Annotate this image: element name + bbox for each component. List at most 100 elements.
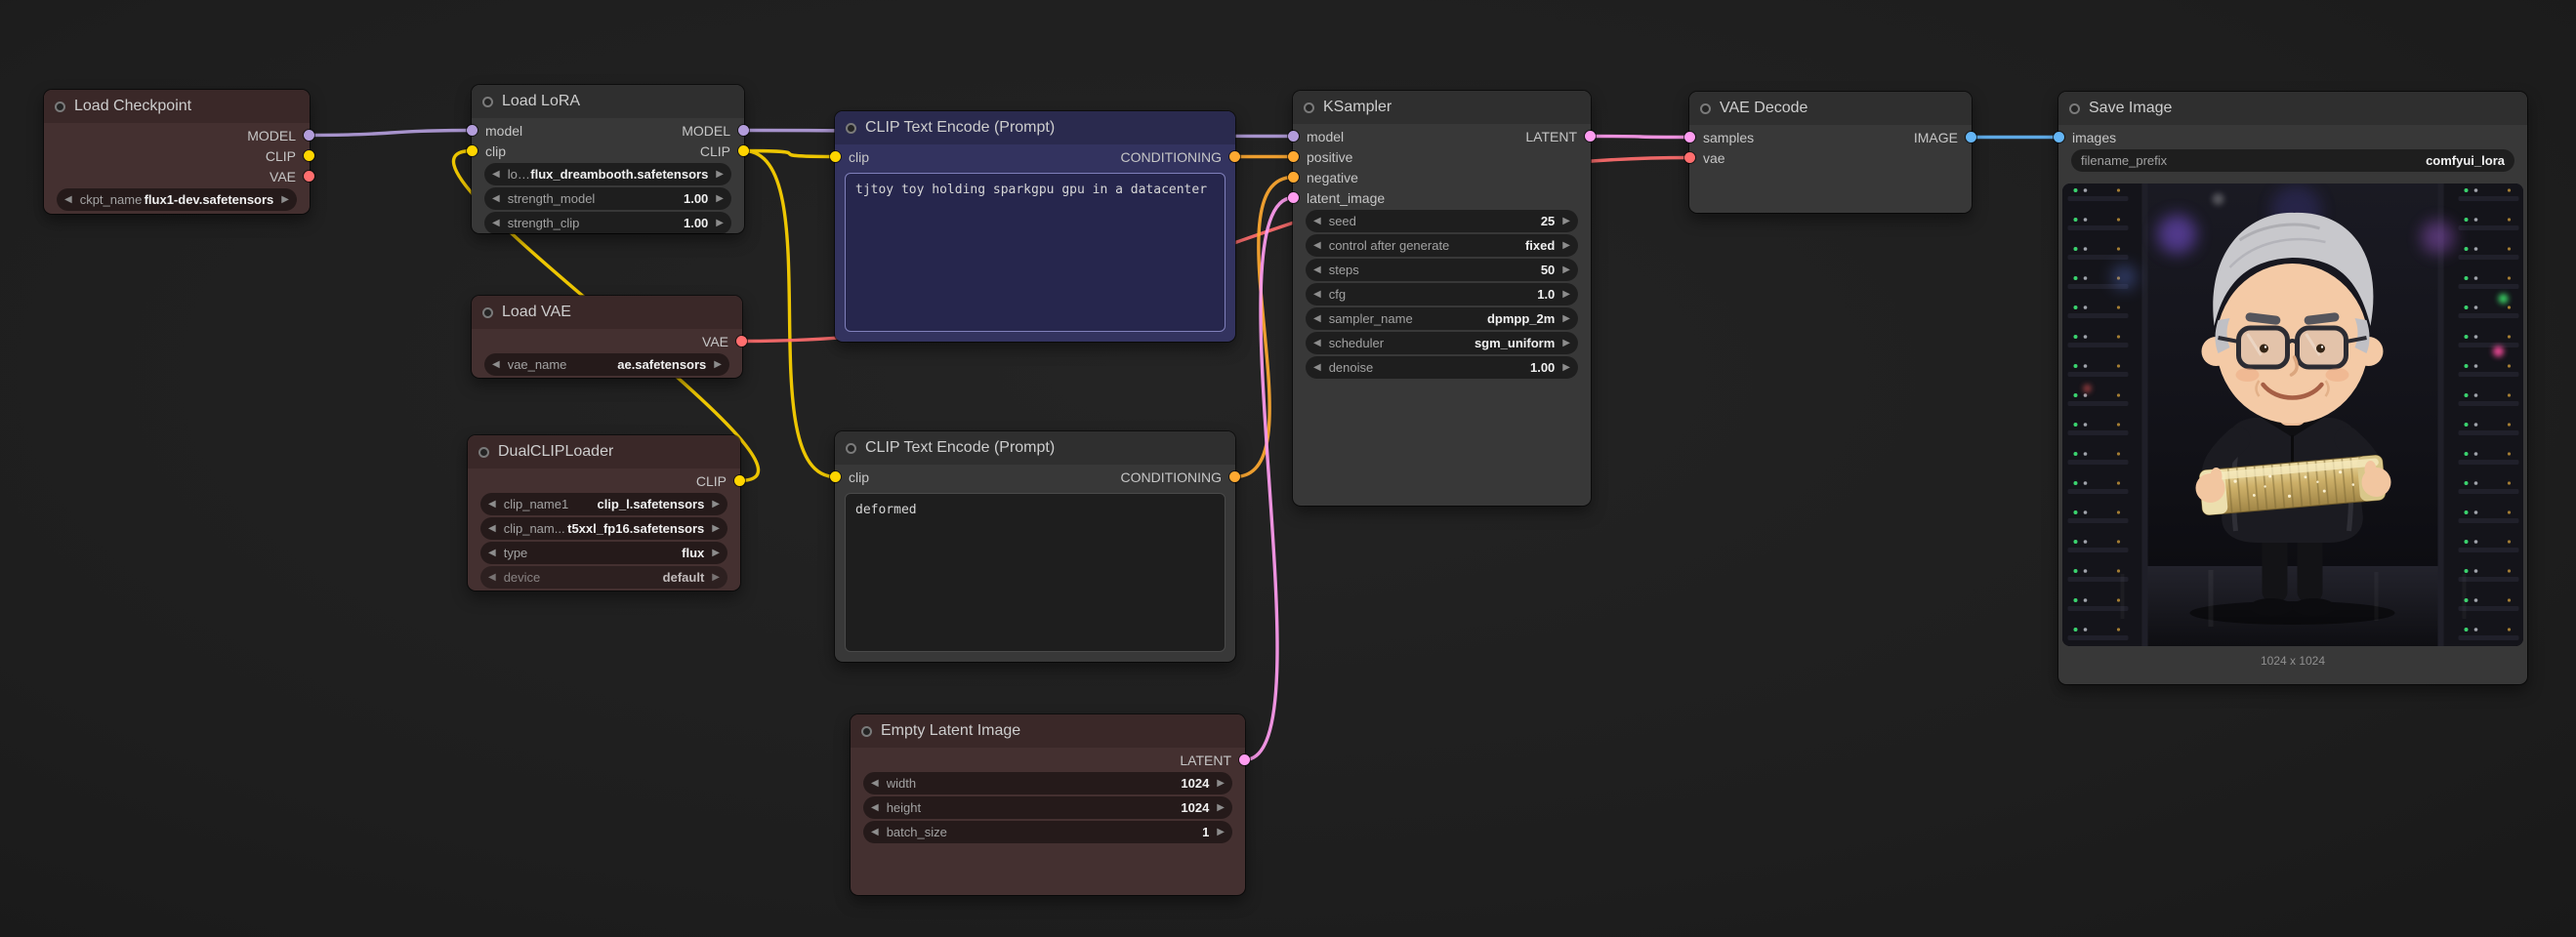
- collapse-dot-icon[interactable]: [861, 726, 872, 737]
- next-arrow-icon[interactable]: ▶: [1562, 313, 1570, 324]
- widget-strength-clip[interactable]: ◀ strength_clip 1.00 ▶: [484, 212, 731, 234]
- node-clip-text-encode-negative[interactable]: CLIP Text Encode (Prompt) clip CONDITION…: [835, 431, 1235, 662]
- collapse-dot-icon[interactable]: [482, 97, 493, 107]
- widget-clip-name2[interactable]: ◀ clip_nam... t5xxl_fp16.safetensors ▶: [480, 517, 727, 540]
- node-dual-clip-loader[interactable]: DualCLIPLoader CLIP ◀ clip_name1 clip_l.…: [468, 435, 740, 591]
- collapse-dot-icon[interactable]: [1700, 103, 1711, 114]
- widget-height[interactable]: ◀ height 1024 ▶: [863, 796, 1232, 819]
- collapse-dot-icon[interactable]: [2069, 103, 2080, 114]
- collapse-dot-icon[interactable]: [846, 443, 856, 454]
- decrement-arrow-icon[interactable]: ◀: [492, 218, 500, 228]
- increment-arrow-icon[interactable]: ▶: [1217, 802, 1225, 813]
- prev-arrow-icon[interactable]: ◀: [488, 548, 496, 558]
- latent-output-port[interactable]: [1239, 754, 1250, 765]
- next-arrow-icon[interactable]: ▶: [712, 548, 720, 558]
- decrement-arrow-icon[interactable]: ◀: [1313, 362, 1321, 373]
- increment-arrow-icon[interactable]: ▶: [716, 193, 724, 204]
- node-empty-latent-image[interactable]: Empty Latent Image LATENT ◀ width 1024 ▶…: [851, 714, 1245, 895]
- prev-arrow-icon[interactable]: ◀: [1313, 240, 1321, 251]
- next-arrow-icon[interactable]: ▶: [1562, 338, 1570, 348]
- prev-arrow-icon[interactable]: ◀: [492, 359, 500, 370]
- latent-output-port[interactable]: [1585, 131, 1596, 142]
- widget-denoise[interactable]: ◀ denoise 1.00 ▶: [1306, 356, 1578, 379]
- node-header[interactable]: DualCLIPLoader: [468, 435, 740, 468]
- node-header[interactable]: VAE Decode: [1689, 92, 1972, 125]
- node-header[interactable]: Load Checkpoint: [44, 90, 310, 123]
- model-output-port[interactable]: [738, 125, 749, 136]
- vae-output-port[interactable]: [736, 336, 747, 346]
- widget-width[interactable]: ◀ width 1024 ▶: [863, 772, 1232, 794]
- collapse-dot-icon[interactable]: [1304, 102, 1314, 113]
- node-save-image[interactable]: Save Image images filename_prefix comfyu…: [2058, 92, 2527, 684]
- conditioning-output-port[interactable]: [1229, 471, 1240, 482]
- prev-arrow-icon[interactable]: ◀: [1313, 338, 1321, 348]
- increment-arrow-icon[interactable]: ▶: [716, 218, 724, 228]
- model-input-port[interactable]: [1288, 131, 1299, 142]
- prev-arrow-icon[interactable]: ◀: [488, 572, 496, 583]
- increment-arrow-icon[interactable]: ▶: [1217, 778, 1225, 789]
- clip-output-port[interactable]: [738, 145, 749, 156]
- widget-lora-name[interactable]: ◀ lor... flux_dreambooth.safetensors ▶: [484, 163, 731, 185]
- next-arrow-icon[interactable]: ▶: [1562, 240, 1570, 251]
- prev-arrow-icon[interactable]: ◀: [1313, 313, 1321, 324]
- widget-seed[interactable]: ◀ seed 25 ▶: [1306, 210, 1578, 232]
- latent-image-input-port[interactable]: [1288, 192, 1299, 203]
- decrement-arrow-icon[interactable]: ◀: [1313, 216, 1321, 226]
- positive-input-port[interactable]: [1288, 151, 1299, 162]
- clip-output-port[interactable]: [734, 475, 745, 486]
- node-header[interactable]: KSampler: [1293, 91, 1591, 124]
- conditioning-output-port[interactable]: [1229, 151, 1240, 162]
- node-clip-text-encode-positive[interactable]: CLIP Text Encode (Prompt) clip CONDITION…: [835, 111, 1235, 342]
- node-header[interactable]: Load LoRA: [472, 85, 744, 118]
- clip-input-port[interactable]: [830, 151, 841, 162]
- decrement-arrow-icon[interactable]: ◀: [871, 802, 879, 813]
- samples-input-port[interactable]: [1684, 132, 1695, 143]
- vae-input-port[interactable]: [1684, 152, 1695, 163]
- increment-arrow-icon[interactable]: ▶: [1562, 265, 1570, 275]
- collapse-dot-icon[interactable]: [846, 123, 856, 134]
- widget-type[interactable]: ◀ type flux ▶: [480, 542, 727, 564]
- prev-arrow-icon[interactable]: ◀: [488, 499, 496, 509]
- model-input-port[interactable]: [467, 125, 478, 136]
- widget-clip-name1[interactable]: ◀ clip_name1 clip_l.safetensors ▶: [480, 493, 727, 515]
- next-arrow-icon[interactable]: ▶: [714, 359, 722, 370]
- clip-input-port[interactable]: [830, 471, 841, 482]
- decrement-arrow-icon[interactable]: ◀: [492, 193, 500, 204]
- widget-cfg[interactable]: ◀ cfg 1.0 ▶: [1306, 283, 1578, 306]
- widget-ckpt-name[interactable]: ◀ ckpt_name flux1-dev.safetensors ▶: [57, 188, 297, 211]
- next-arrow-icon[interactable]: ▶: [716, 169, 724, 180]
- prev-arrow-icon[interactable]: ◀: [492, 169, 500, 180]
- node-header[interactable]: CLIP Text Encode (Prompt): [835, 431, 1235, 465]
- image-preview[interactable]: [2062, 183, 2523, 646]
- node-load-lora[interactable]: Load LoRA model MODEL clip CLIP ◀ lor...…: [472, 85, 744, 233]
- images-input-port[interactable]: [2054, 132, 2064, 143]
- widget-steps[interactable]: ◀ steps 50 ▶: [1306, 259, 1578, 281]
- image-output-port[interactable]: [1966, 132, 1976, 143]
- node-header[interactable]: Load VAE: [472, 296, 742, 329]
- model-output-port[interactable]: [304, 130, 314, 141]
- collapse-dot-icon[interactable]: [482, 307, 493, 318]
- decrement-arrow-icon[interactable]: ◀: [871, 827, 879, 837]
- node-vae-decode[interactable]: VAE Decode samples IMAGE vae: [1689, 92, 1972, 213]
- graph-canvas[interactable]: Load Checkpoint MODEL CLIP VAE ◀ ckpt_na…: [0, 0, 2576, 937]
- widget-device[interactable]: ◀ device default ▶: [480, 566, 727, 589]
- node-load-checkpoint[interactable]: Load Checkpoint MODEL CLIP VAE ◀ ckpt_na…: [44, 90, 310, 214]
- prev-arrow-icon[interactable]: ◀: [64, 194, 72, 205]
- vae-output-port[interactable]: [304, 171, 314, 182]
- negative-input-port[interactable]: [1288, 172, 1299, 183]
- node-header[interactable]: Empty Latent Image: [851, 714, 1245, 748]
- increment-arrow-icon[interactable]: ▶: [1217, 827, 1225, 837]
- widget-batch-size[interactable]: ◀ batch_size 1 ▶: [863, 821, 1232, 843]
- clip-input-port[interactable]: [467, 145, 478, 156]
- increment-arrow-icon[interactable]: ▶: [1562, 216, 1570, 226]
- prompt-textarea[interactable]: deformed: [845, 493, 1226, 652]
- next-arrow-icon[interactable]: ▶: [712, 499, 720, 509]
- widget-strength-model[interactable]: ◀ strength_model 1.00 ▶: [484, 187, 731, 210]
- node-load-vae[interactable]: Load VAE VAE ◀ vae_name ae.safetensors ▶: [472, 296, 742, 378]
- increment-arrow-icon[interactable]: ▶: [1562, 289, 1570, 300]
- collapse-dot-icon[interactable]: [55, 102, 65, 112]
- prompt-textarea[interactable]: tjtoy toy holding sparkgpu gpu in a data…: [845, 173, 1226, 332]
- node-header[interactable]: CLIP Text Encode (Prompt): [835, 111, 1235, 144]
- next-arrow-icon[interactable]: ▶: [281, 194, 289, 205]
- next-arrow-icon[interactable]: ▶: [712, 572, 720, 583]
